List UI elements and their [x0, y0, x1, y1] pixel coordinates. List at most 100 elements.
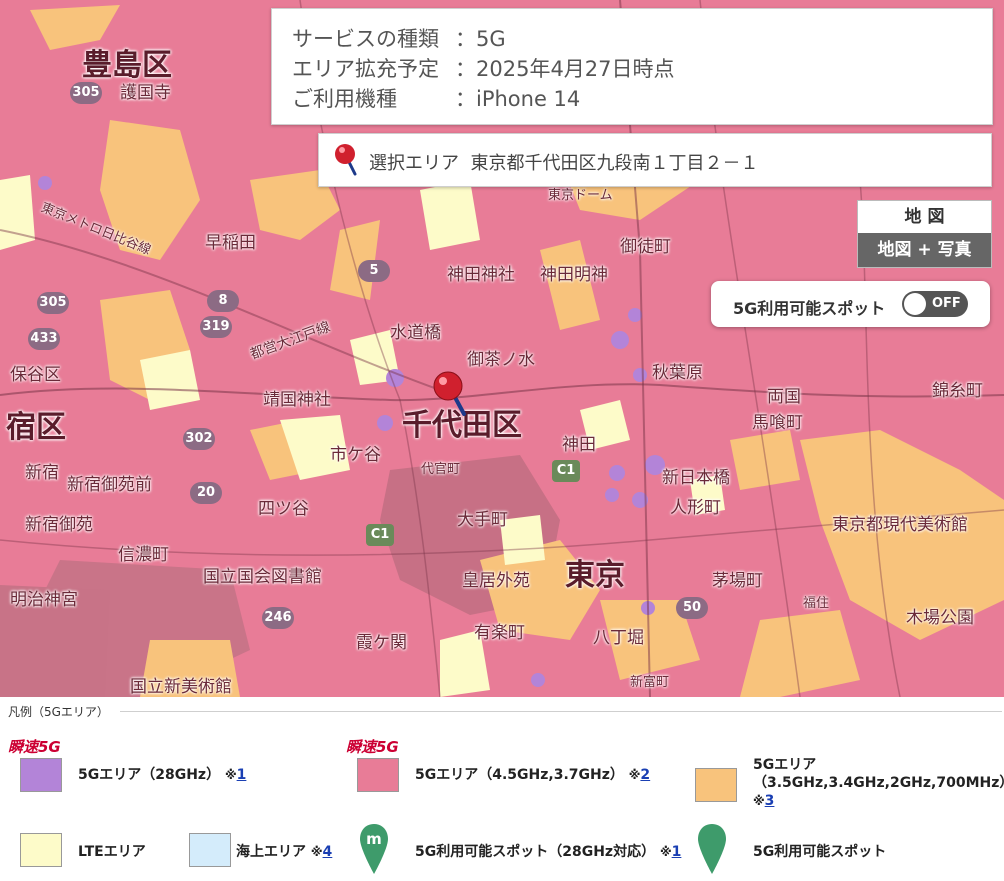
map-label: 新宿 [25, 463, 59, 483]
legend-swatch-28ghz [20, 758, 62, 792]
map-label: 四ツ谷 [258, 499, 309, 519]
route-shield: 305 [37, 292, 69, 314]
map-label: 国立国会図書館 [203, 567, 322, 587]
legend-label: 5Gエリア [753, 757, 817, 773]
route-shield: 433 [28, 328, 60, 350]
expansion-date-value: 2025年4月27日時点 [476, 57, 675, 81]
route-shield: 246 [262, 607, 294, 629]
map-type-photo-button[interactable]: 地図 + 写真 [858, 233, 991, 267]
map-label: 代官町 [421, 462, 461, 477]
legend-divider [120, 711, 1002, 712]
selected-area-text: 選択エリア 東京都千代田区九段南１丁目２－１ [369, 149, 758, 175]
expansion-date-row: エリア拡充予定 ：2025年4月27日時点 [292, 53, 675, 83]
map-label: 国立新美術館 [130, 677, 232, 697]
spot-28ghz-pin-icon: m [360, 824, 388, 874]
map-label: 東京 [565, 558, 625, 593]
map-label: 神田 [562, 435, 596, 455]
brand-label: 瞬速5G [8, 738, 61, 756]
legend-sublabel: （3.5GHz,3.4GHz,2GHz,700MHz） [753, 775, 1004, 791]
map-label: 新宿御苑 [25, 515, 93, 535]
footnote-link[interactable]: 1 [237, 767, 247, 783]
map-label: 保谷区 [10, 365, 61, 385]
selected-area-panel[interactable]: 選択エリア 東京都千代田区九段南１丁目２－１ [318, 133, 992, 187]
legend-label: 海上エリア [236, 844, 306, 860]
legend-note: ※ [628, 768, 641, 782]
footnote-link[interactable]: 4 [323, 844, 333, 860]
map-label: 明治神宮 [10, 590, 78, 610]
map-label: 宿区 [6, 410, 66, 445]
legend-note: ※ [659, 845, 672, 859]
map-type-switcher: 地 図 地図 + 写真 [857, 200, 992, 268]
legend-label: LTEエリア [78, 844, 146, 860]
pin-icon [335, 144, 357, 176]
brand-label: 瞬速5G [346, 738, 399, 756]
spot-toggle-panel: 5G利用可能スポット OFF [711, 281, 990, 327]
toggle-knob [904, 293, 926, 315]
legend-item-spot: 5G利用可能スポット [753, 841, 886, 861]
map-label: 福住 [803, 596, 830, 611]
legend-label: 5Gエリア（4.5GHz,3.7GHz） [415, 767, 624, 783]
legend-item-sea: 海上エリア ※4 [236, 841, 332, 861]
route-shield: C1 [366, 524, 394, 546]
map-label: 秋葉原 [652, 363, 703, 383]
route-shield: 302 [183, 428, 215, 450]
legend-swatch-nr [695, 768, 737, 802]
map-label: 早稲田 [205, 233, 256, 253]
map-label: 信濃町 [118, 545, 169, 565]
legend-note: ※ [224, 768, 237, 782]
route-shield: 8 [207, 290, 239, 312]
map-label: 新宿御苑前 [67, 475, 152, 495]
spot-pin-icon [698, 824, 726, 874]
map-label: 新日本橋 [662, 468, 730, 488]
legend-item-28ghz: 5Gエリア（28GHz） ※1 [78, 764, 246, 784]
legend-note: ※ [310, 845, 323, 859]
map-type-map-button[interactable]: 地 図 [858, 201, 991, 233]
service-info-panel: サービスの種類 ：5G エリア拡充予定 ：2025年4月27日時点 ご利用機種 ：iP… [271, 8, 993, 125]
device-label: ご利用機種 [292, 87, 397, 111]
map-label: 神田明神 [540, 265, 608, 285]
legend-swatch-sea [189, 833, 231, 867]
legend-swatch-lte [20, 833, 62, 867]
pin-letter: m [366, 830, 382, 848]
legend-item-sub6: 5Gエリア（4.5GHz,3.7GHz） ※2 [415, 764, 650, 784]
legend-label: 5Gエリア（28GHz） [78, 767, 221, 783]
route-shield: 50 [676, 597, 708, 619]
coverage-map[interactable]: 豊島区 護国寺 早稲田 神田神社 神田明神 御徒町 水道橋 御茶ノ水 秋葉原 靖… [0, 0, 1004, 697]
service-type-separator: ： [455, 27, 476, 51]
map-label: 大手町 [457, 510, 508, 530]
map-label: 茅場町 [712, 571, 763, 591]
map-label: 御茶ノ水 [467, 350, 535, 370]
spot-toggle-switch[interactable]: OFF [902, 291, 968, 317]
route-shield: 305 [70, 82, 102, 104]
spot-toggle-label: 5G利用可能スポット [733, 299, 886, 318]
map-label: 錦糸町 [932, 381, 983, 401]
map-label: 神田神社 [447, 265, 515, 285]
selected-location-pin-icon [433, 371, 466, 416]
map-label: 両国 [767, 387, 801, 407]
footnote-link[interactable]: 2 [640, 767, 650, 783]
footnote-link[interactable]: 1 [672, 844, 682, 860]
map-label: 靖国神社 [263, 390, 331, 410]
legend-item-nr: 5Gエリア （3.5GHz,3.4GHz,2GHz,700MHz） ※3 [753, 756, 1004, 810]
map-label: 市ケ谷 [330, 445, 381, 465]
map-label: 八丁堀 [593, 628, 644, 648]
footnote-link[interactable]: 3 [765, 793, 775, 809]
legend-swatch-sub6 [357, 758, 399, 792]
map-label: 御徒町 [620, 237, 671, 257]
map-label: 有楽町 [474, 623, 525, 643]
toggle-state: OFF [932, 296, 961, 311]
route-shield: 5 [358, 260, 390, 282]
selected-area-prefix: 選択エリア [369, 153, 459, 174]
device-row: ご利用機種 ：iPhone 14 [292, 83, 580, 113]
legend-item-lte: LTEエリア [78, 841, 146, 861]
route-shield: 319 [200, 316, 232, 338]
selected-area-address: 東京都千代田区九段南１丁目２－１ [470, 153, 759, 174]
device-separator: ： [455, 87, 476, 111]
expansion-date-label: エリア拡充予定 [292, 57, 439, 81]
legend-title: 凡例（5Gエリア） [8, 705, 109, 719]
map-label: 人形町 [670, 498, 721, 518]
legend-item-spot-28ghz: 5G利用可能スポット（28GHz対応） ※1 [415, 841, 681, 861]
route-shield: 20 [190, 482, 222, 504]
map-label: 護国寺 [120, 83, 171, 103]
map-label: 馬喰町 [752, 413, 803, 433]
